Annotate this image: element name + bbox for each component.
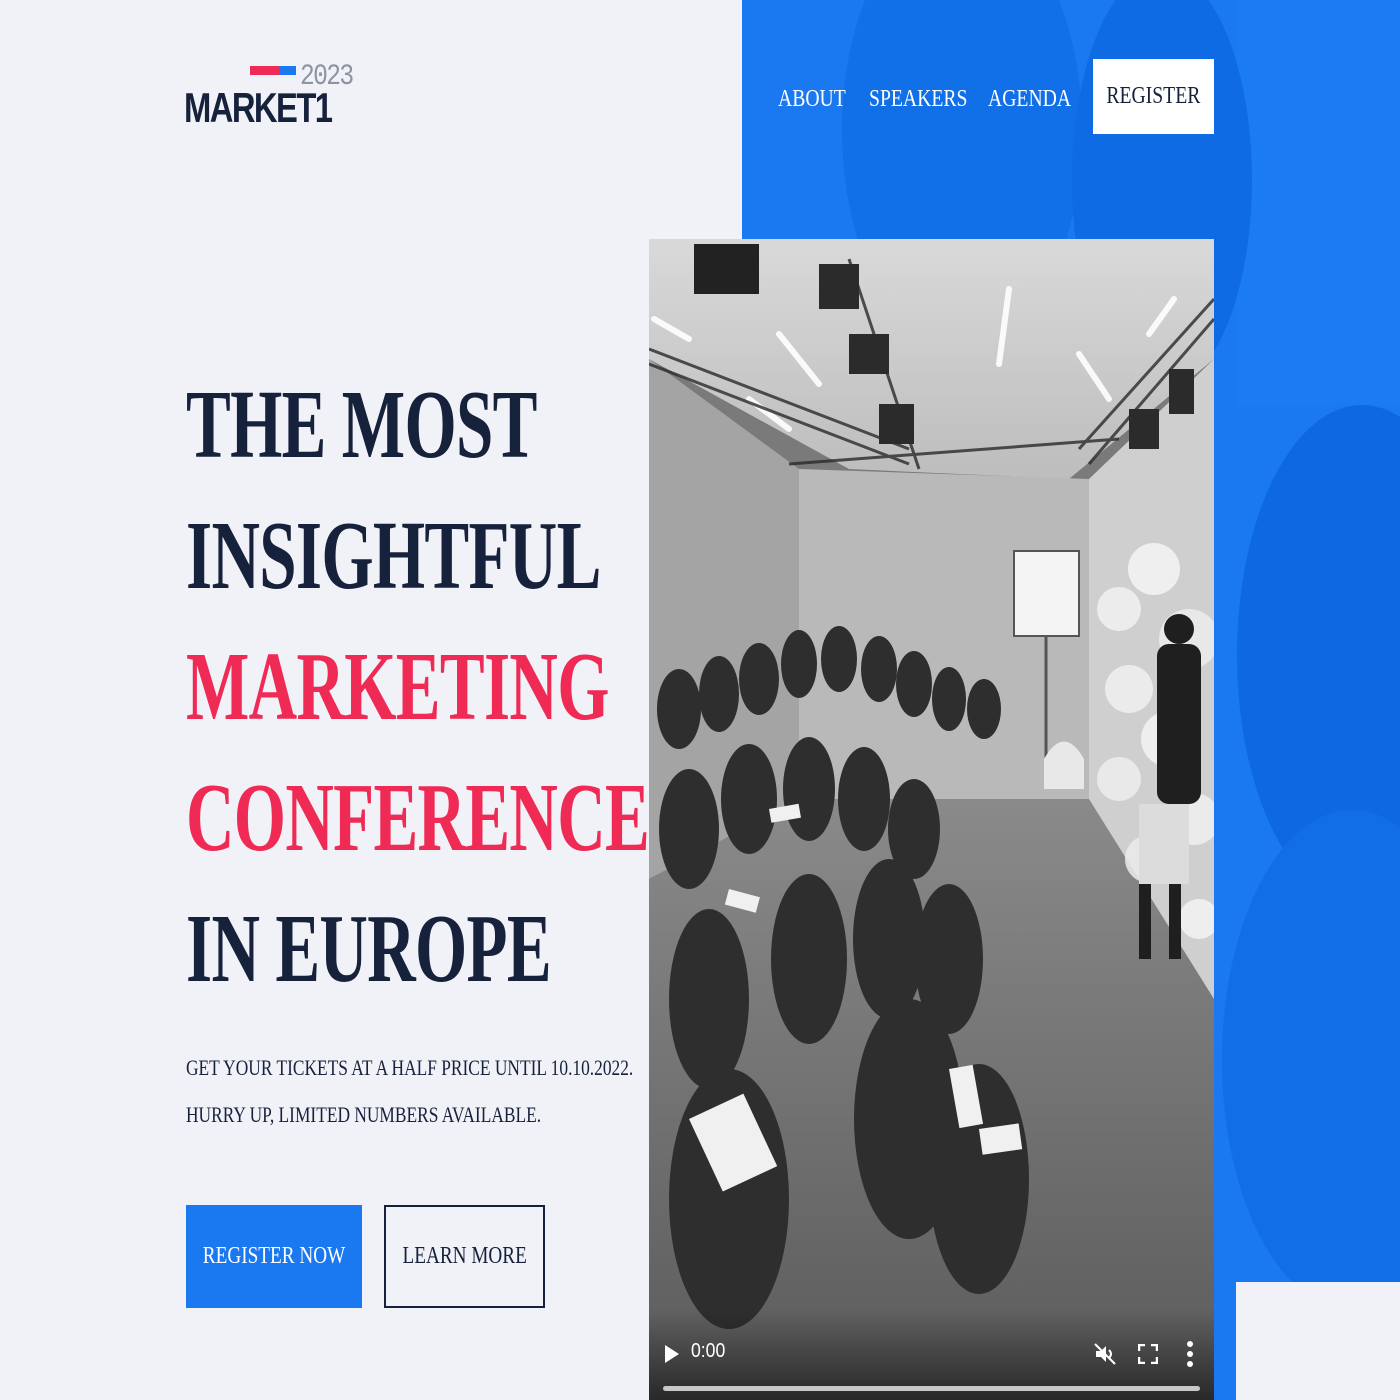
nav-link-agenda[interactable]: AGENDA xyxy=(988,84,1071,114)
video-progress-bar[interactable] xyxy=(663,1386,1200,1391)
logo-year: 2023 xyxy=(300,60,354,94)
play-icon[interactable] xyxy=(665,1345,679,1363)
site-logo[interactable]: MARKET1 2023 xyxy=(184,60,354,134)
promo-text: GET YOUR TICKETS AT A HALF PRICE UNTIL 1… xyxy=(186,1044,706,1138)
headline-line: THE MOST xyxy=(186,371,537,479)
logo-blue-bar xyxy=(280,66,296,75)
video-frame-image xyxy=(649,239,1214,1400)
main-nav: ABOUT SPEAKERS AGENDA REGISTER xyxy=(742,0,1400,200)
headline-line: IN EUROPE xyxy=(186,895,552,1003)
mute-icon[interactable] xyxy=(1093,1342,1117,1366)
logo-red-bar xyxy=(250,66,280,75)
fullscreen-icon[interactable] xyxy=(1138,1344,1158,1364)
headline-line-accent: CONFERENCE xyxy=(186,764,650,872)
headline-line: INSIGHTFUL xyxy=(186,502,601,610)
nav-register-button[interactable]: REGISTER xyxy=(1093,59,1214,134)
more-options-icon[interactable] xyxy=(1185,1340,1195,1368)
decor-shape xyxy=(1222,810,1400,1310)
register-now-button[interactable]: REGISTER NOW xyxy=(186,1205,362,1308)
video-time: 0:00 xyxy=(691,1340,726,1362)
decor-cutout xyxy=(1236,1282,1400,1400)
promo-line: HURRY UP, LIMITED NUMBERS AVAILABLE. xyxy=(186,1102,542,1127)
video-controls: 0:00 xyxy=(649,1310,1214,1400)
headline-line-accent: MARKETING xyxy=(186,633,609,741)
hero-headline: THE MOST INSIGHTFUL MARKETING CONFERENCE… xyxy=(186,360,650,1015)
register-now-label: REGISTER NOW xyxy=(202,1243,346,1269)
nav-register-label: REGISTER xyxy=(1106,83,1201,109)
nav-link-speakers[interactable]: SPEAKERS xyxy=(869,84,967,114)
learn-more-button[interactable]: LEARN MORE xyxy=(384,1205,545,1308)
learn-more-label: LEARN MORE xyxy=(402,1243,527,1269)
conference-video[interactable]: 0:00 xyxy=(649,239,1214,1400)
promo-line: GET YOUR TICKETS AT A HALF PRICE UNTIL 1… xyxy=(186,1055,634,1080)
nav-link-about[interactable]: ABOUT xyxy=(778,84,846,114)
